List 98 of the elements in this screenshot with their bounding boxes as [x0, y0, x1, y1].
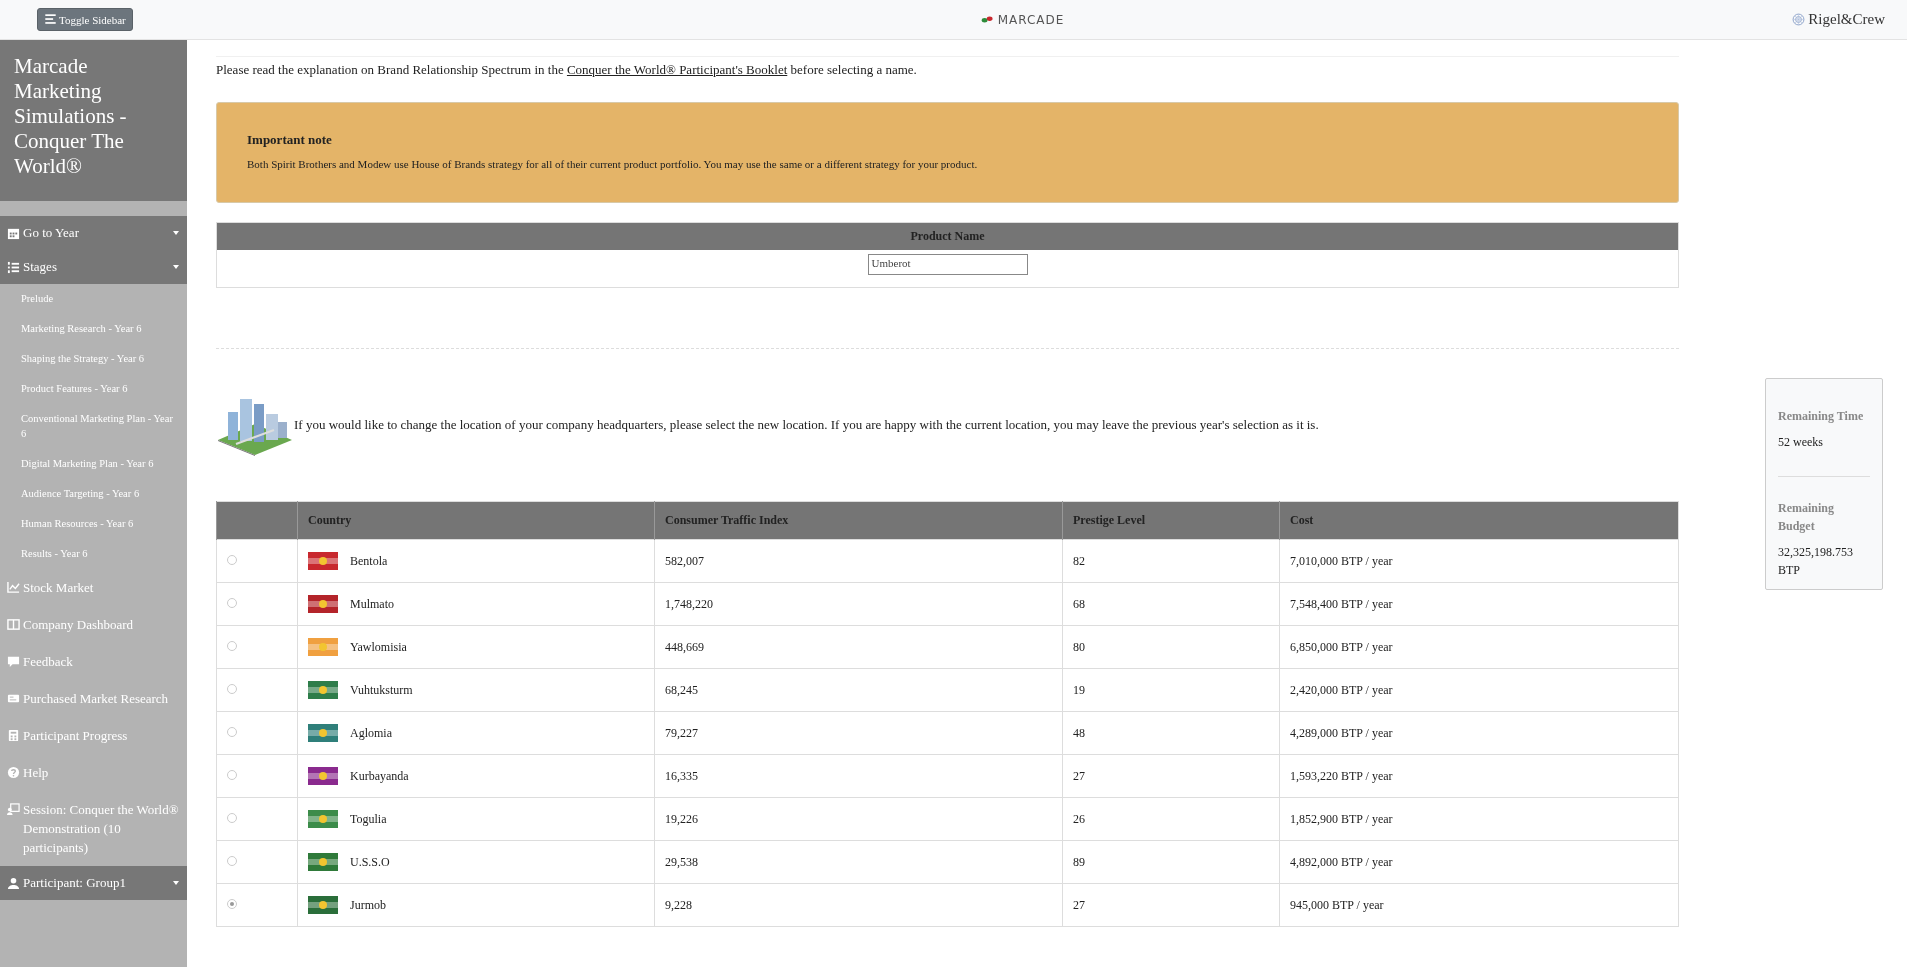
radio-button[interactable] — [227, 855, 237, 866]
table-cell: 79,227 — [654, 711, 1063, 755]
sidebar-subitem[interactable]: Marketing Research - Year 6 — [0, 314, 187, 344]
caret-icon — [172, 879, 180, 887]
booklet-link[interactable]: Conquer the World® Participant's Booklet — [566, 62, 788, 77]
column-header: Consumer Traffic Index — [654, 501, 1063, 540]
note-text: Both Spirit Brothers and Modew use House of Brands strategy for all of their current product portfolio. You may use the same or a different strategy for your product. — [247, 158, 979, 170]
column-header: Country — [297, 501, 655, 540]
sidebar-title: Marcade Marketing Simulations - Conquer The World® — [0, 40, 187, 201]
table-cell: 1,748,220 — [654, 582, 1063, 626]
table-cell: 48 — [1062, 711, 1280, 755]
user-icon — [7, 876, 20, 890]
table-cell: 7,548,400 BTP / year — [1279, 582, 1679, 626]
table-cell: 68,245 — [654, 668, 1063, 712]
radio-button[interactable] — [227, 726, 237, 737]
logo-text: MARCADE — [997, 12, 1065, 27]
table-cell: 582,007 — [654, 539, 1063, 583]
radio-button[interactable] — [227, 812, 237, 823]
radio-button[interactable] — [227, 898, 237, 909]
table-cell: 89 — [1062, 840, 1280, 884]
table-cell: 7,010,000 BTP / year — [1279, 539, 1679, 583]
table-cell: 9,228 — [654, 883, 1063, 927]
speech-bubble-icon — [7, 655, 20, 668]
remaining-budget-label: Remaining Budget — [1778, 500, 1835, 535]
calendar-icon — [7, 226, 20, 240]
radio-button[interactable] — [227, 683, 237, 694]
brand-name: Rigel&Crew — [1808, 11, 1885, 28]
table-cell: 26 — [1062, 797, 1280, 841]
table-cell: 6,850,000 BTP / year — [1279, 625, 1679, 669]
table-cell: Togulia — [350, 811, 387, 827]
sidebar-subitem[interactable]: Product Features - Year 6 — [0, 374, 187, 404]
table-cell: 448,669 — [654, 625, 1063, 669]
table-cell: 82 — [1062, 539, 1280, 583]
note-title: Important note — [247, 132, 333, 148]
column-header: Cost — [1279, 501, 1679, 540]
sidebar-link[interactable]: Feedback — [0, 643, 187, 680]
remaining-time-label: Remaining Time — [1778, 408, 1865, 425]
caret-icon — [172, 229, 180, 237]
column-header: Prestige Level — [1062, 501, 1280, 540]
sidebar-link[interactable]: Company Dashboard — [0, 606, 187, 643]
table-cell: 1,852,900 BTP / year — [1279, 797, 1679, 841]
sidebar-dropdown[interactable]: Go to Year — [0, 216, 187, 250]
table-cell: Mulmato — [350, 596, 394, 612]
sidebar-link[interactable]: Help — [0, 754, 187, 791]
table-cell: 19 — [1062, 668, 1280, 712]
calculator-icon — [7, 729, 20, 742]
table-cell: U.S.S.O — [350, 854, 390, 870]
sidebar-subitem[interactable]: Shaping the Strategy - Year 6 — [0, 344, 187, 374]
table-cell: 4,892,000 BTP / year — [1279, 840, 1679, 884]
sidebar-link[interactable]: Session: Conquer the World® Demonstration (10 participants) — [0, 791, 187, 866]
sidebar-dropdown[interactable]: Stages — [0, 250, 187, 284]
headquarters-text: If you would like to change the location of your company headquarters, please select the new location. If you are happy with the current location, you may leave the previous year's selection as it is. — [294, 417, 1319, 433]
radio-button[interactable] — [227, 640, 237, 651]
table-cell: Bentola — [350, 553, 388, 569]
table-header: Product Name — [217, 223, 1678, 250]
sidebar-subitem[interactable]: Conventional Marketing Plan - Year 6 — [0, 404, 187, 449]
sidebar-link[interactable]: Stock Market — [0, 569, 187, 606]
presenter-icon — [7, 803, 20, 816]
table-cell: 29,538 — [654, 840, 1063, 884]
table-cell: Jurmob — [350, 897, 386, 913]
table-cell: 945,000 BTP / year — [1279, 883, 1679, 927]
radio-button[interactable] — [227, 769, 237, 780]
table-cell: 80 — [1062, 625, 1280, 669]
table-cell: 16,335 — [654, 754, 1063, 798]
sidebar-subitem[interactable]: Digital Marketing Plan - Year 6 — [0, 449, 187, 479]
globe-icon — [1792, 13, 1806, 26]
remaining-time-value: 52 weeks — [1778, 434, 1824, 451]
table-cell: 1,593,220 BTP / year — [1279, 754, 1679, 798]
table-cell: Aglomia — [350, 725, 392, 741]
numbered-list-icon — [7, 260, 20, 274]
table-cell: 4,289,000 BTP / year — [1279, 711, 1679, 755]
radio-button[interactable] — [227, 554, 237, 565]
table-cell: Kurbayanda — [350, 768, 409, 784]
line-chart-icon — [7, 581, 20, 594]
columns-icon — [7, 618, 20, 631]
id-card-icon — [7, 692, 20, 705]
table-cell: 27 — [1062, 883, 1280, 927]
table-cell: Vuhtuksturm — [350, 682, 413, 698]
sidebar-dropdown[interactable]: Participant: Group1 — [0, 866, 187, 900]
table-cell: 27 — [1062, 754, 1280, 798]
sidebar-subitem[interactable]: Prelude — [0, 284, 187, 314]
table-cell: 19,226 — [654, 797, 1063, 841]
menu-icon — [44, 13, 57, 26]
toggle-sidebar-button[interactable]: Toggle Sidebar — [37, 8, 133, 31]
sidebar-subitem[interactable]: Human Resources - Year 6 — [0, 509, 187, 539]
instruction-text: Please read the explanation on Brand Relationship Spectrum in the Conquer the World® Participant's Booklet before selecting a name. — [216, 56, 1679, 78]
caret-icon — [172, 263, 180, 271]
sidebar-subitem[interactable]: Audience Targeting - Year 6 — [0, 479, 187, 509]
radio-button[interactable] — [227, 597, 237, 608]
product-name-field[interactable]: Umberot — [867, 254, 1028, 275]
remaining-budget-value: 32,325,198.753 BTP — [1778, 544, 1854, 579]
sidebar-subitem[interactable]: Results - Year 6 — [0, 539, 187, 569]
table-cell: Yawlomisia — [350, 639, 407, 655]
help-icon — [7, 766, 20, 779]
sidebar-link[interactable]: Purchased Market Research — [0, 680, 187, 717]
sidebar-link[interactable]: Participant Progress — [0, 717, 187, 754]
table-cell: 2,420,000 BTP / year — [1279, 668, 1679, 712]
table-cell: 68 — [1062, 582, 1280, 626]
